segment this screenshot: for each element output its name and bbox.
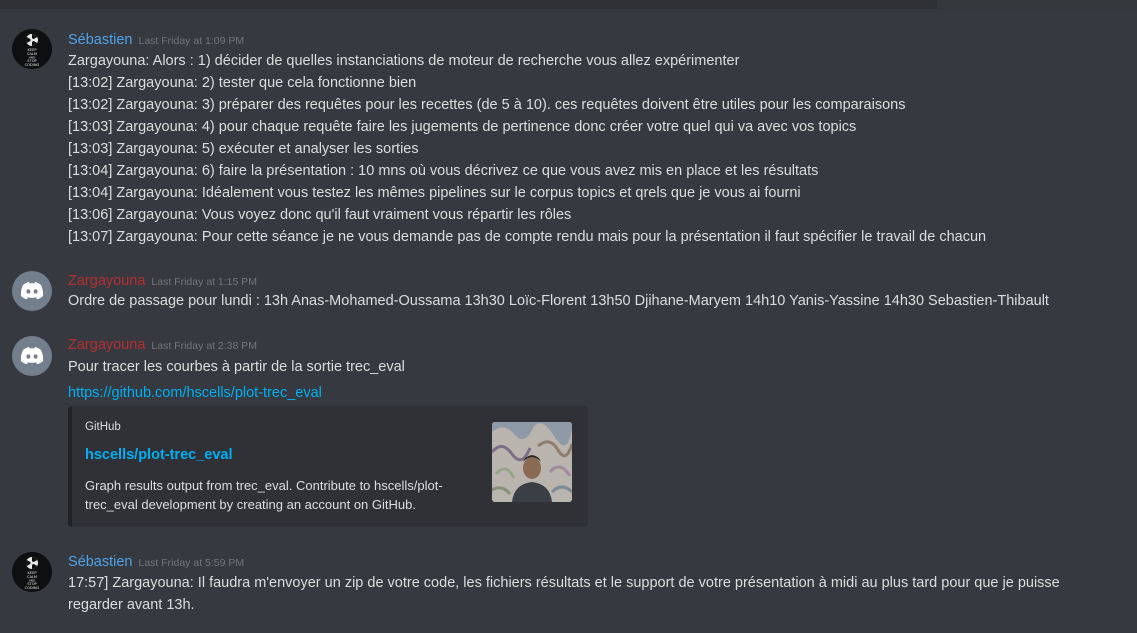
message-line: [13:06] Zargayouna: Vous voyez donc qu'i… — [68, 207, 572, 223]
top-bar-shape — [937, 0, 1137, 9]
github-link[interactable]: https://github.com/hscells/plot-trec_eva… — [68, 382, 322, 404]
username[interactable]: Zargayouna — [68, 273, 145, 289]
message-line: [13:04] Zargayouna: 6) faire la présenta… — [68, 163, 819, 179]
avatar-zargayouna[interactable] — [12, 336, 52, 376]
avatar-sebastien[interactable]: KEEP CALM AND STOP CODING — [12, 29, 52, 69]
embed-title[interactable]: hscells/plot-trec_eval — [85, 447, 233, 463]
message-line: Ordre de passage pour lundi : 13h Anas-M… — [68, 293, 1049, 309]
message-line: Zargayouna: Alors : 1) décider de quelle… — [68, 53, 740, 69]
message-line: Pour tracer les courbes à partir de la s… — [68, 359, 405, 375]
message-line: [13:07] Zargayouna: Pour cette séance je… — [68, 229, 987, 245]
link-embed: GitHub hscells/plot-trec_eval Graph resu… — [68, 406, 588, 527]
message-line: [13:02] Zargayouna: 2) tester que cela f… — [68, 75, 417, 91]
message-line: regarder avant 13h. — [68, 597, 195, 613]
embed-provider[interactable]: GitHub — [85, 421, 121, 433]
keep-calm-radiation-icon: KEEP CALM AND STOP CODING — [12, 552, 52, 592]
timestamp: Last Friday at 5:59 PM — [138, 557, 245, 569]
timestamp: Last Friday at 2:38 PM — [151, 340, 258, 352]
avatar-text-5: CODING — [25, 586, 40, 590]
avatar-zargayouna[interactable] — [12, 271, 52, 311]
avatar-text-5: CODING — [25, 63, 40, 67]
embed-thumbnail[interactable] — [492, 422, 572, 502]
timestamp: Last Friday at 1:15 PM — [151, 276, 258, 288]
message-line: [13:02] Zargayouna: 3) préparer des requ… — [68, 97, 906, 113]
keep-calm-radiation-icon: KEEP CALM AND STOP CODING — [12, 29, 52, 69]
avatar-sebastien[interactable]: KEEP CALM AND STOP CODING — [12, 552, 52, 592]
message-line: [13:04] Zargayouna: Idéalement vous test… — [68, 185, 801, 201]
message-header: Sébastien Last Friday at 5:59 PM — [68, 553, 244, 572]
top-bar — [0, 0, 1137, 9]
username[interactable]: Sébastien — [68, 32, 133, 48]
username[interactable]: Sébastien — [68, 554, 133, 570]
message-header: Sébastien Last Friday at 1:09 PM — [68, 31, 244, 50]
message-line: [13:03] Zargayouna: 5) exécuter et analy… — [68, 141, 419, 157]
username[interactable]: Zargayouna — [68, 337, 145, 353]
message-header: Zargayouna Last Friday at 2:38 PM — [68, 336, 257, 355]
message-line: [13:03] Zargayouna: 4) pour chaque requê… — [68, 119, 857, 135]
embed-description: Graph results output from trec_eval. Con… — [85, 478, 443, 512]
timestamp: Last Friday at 1:09 PM — [138, 35, 245, 47]
person-photo-icon — [492, 422, 572, 502]
discord-logo-icon — [20, 347, 44, 365]
message-header: Zargayouna Last Friday at 1:15 PM — [68, 272, 257, 291]
message-line: 17:57] Zargayouna: Il faudra m'envoyer u… — [68, 575, 1060, 591]
discord-logo-icon — [20, 282, 44, 300]
